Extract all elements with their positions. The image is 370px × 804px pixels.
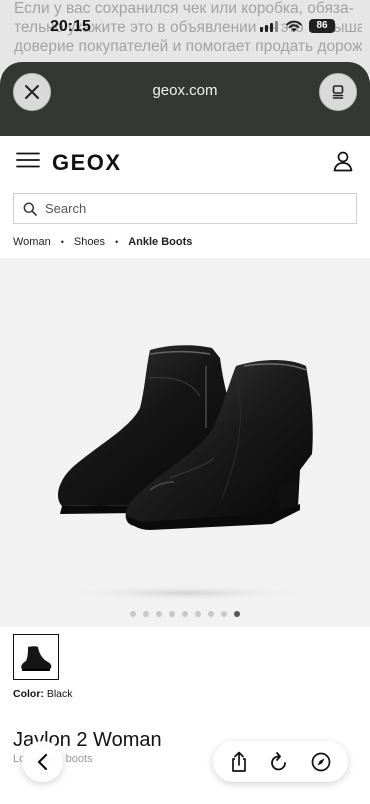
breadcrumb-item-ankle-boots: Ankle Boots (128, 236, 193, 248)
color-label-key: Color: (13, 688, 44, 700)
tabs-icon (332, 85, 344, 99)
breadcrumb-item-shoes[interactable]: Shoes (74, 236, 105, 248)
menu-icon[interactable] (16, 152, 40, 168)
browser-toolbar: geox.com (0, 62, 370, 136)
battery-indicator: 86 (309, 19, 335, 33)
account-icon[interactable] (332, 150, 354, 172)
breadcrumb-separator: • (60, 237, 64, 247)
gallery-dot[interactable] (195, 611, 201, 617)
gallery-dot[interactable] (182, 611, 188, 617)
status-time: 20:15 (50, 18, 91, 35)
url-display[interactable]: geox.com (0, 82, 370, 99)
geox-logo[interactable]: GEOX (52, 150, 122, 176)
product-image-gallery[interactable] (0, 258, 370, 627)
product-image (55, 345, 315, 601)
breadcrumb-separator: • (115, 237, 119, 247)
gallery-dot[interactable] (169, 611, 175, 617)
color-label-value: Black (46, 688, 73, 700)
boot-thumbnail-image (21, 646, 52, 671)
reload-icon[interactable] (269, 751, 289, 773)
status-bar: 20:15 86 (0, 0, 370, 52)
gallery-dot[interactable] (221, 611, 227, 617)
search-placeholder: Search (45, 201, 87, 216)
breadcrumb-item-woman[interactable]: Woman (13, 236, 51, 248)
tabs-button[interactable] (319, 73, 357, 111)
gallery-pagination-dots (0, 611, 370, 617)
share-icon[interactable] (229, 751, 249, 773)
site-header: GEOX (0, 136, 370, 184)
gallery-dot[interactable] (234, 611, 240, 617)
color-label: Color: Black (13, 688, 73, 700)
search-input[interactable]: Search (13, 193, 357, 224)
search-icon (23, 202, 37, 216)
breadcrumb: Woman • Shoes • Ankle Boots (13, 236, 192, 248)
compass-icon[interactable] (310, 751, 332, 773)
browser-action-bar (213, 741, 348, 782)
cellular-signal-icon (260, 21, 278, 32)
gallery-dot[interactable] (208, 611, 214, 617)
chevron-left-icon (37, 753, 47, 770)
gallery-dot[interactable] (156, 611, 162, 617)
back-button[interactable] (22, 741, 63, 782)
gallery-dot[interactable] (143, 611, 149, 617)
gallery-dot[interactable] (130, 611, 136, 617)
color-swatch-black[interactable] (13, 634, 59, 680)
wifi-icon (286, 20, 302, 32)
